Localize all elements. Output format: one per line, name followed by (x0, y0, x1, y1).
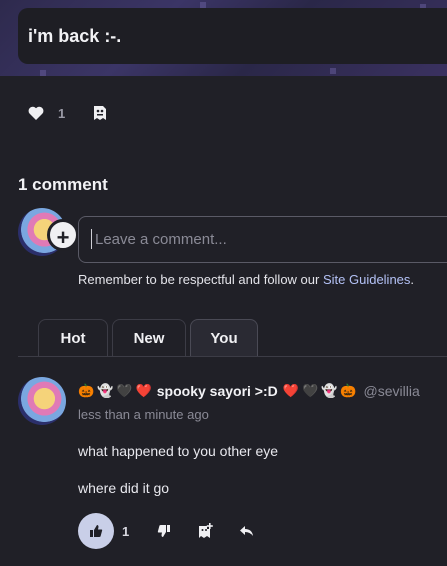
downvote-button[interactable] (157, 524, 171, 538)
like-button[interactable] (28, 106, 44, 120)
like-count: 1 (58, 105, 66, 121)
heart-icon (28, 106, 44, 120)
comment-author-handle[interactable]: @sevillia (364, 383, 420, 399)
site-guidelines-link[interactable]: Site Guidelines (323, 272, 410, 287)
add-reaction-button[interactable] (197, 522, 215, 540)
comment-actions: 1 (78, 513, 255, 549)
post-card: i'm back :-. (18, 8, 447, 64)
ghost-emoji: 👻 (321, 383, 338, 398)
pumpkin-emoji: 🎃 (340, 383, 357, 398)
red-heart-emoji: ❤️ (135, 383, 152, 398)
add-attachment-button[interactable]: + (47, 219, 79, 251)
reply-button[interactable] (239, 524, 255, 538)
ghost-sticker-icon (94, 106, 107, 120)
black-heart-emoji: 🖤 (116, 383, 133, 398)
red-heart-emoji: ❤️ (282, 383, 299, 398)
reply-arrow-icon (240, 526, 254, 536)
guidelines-text: Remember to be respectful and follow our (78, 272, 323, 287)
comments-count-heading: 1 comment (18, 175, 108, 194)
guidelines-period: . (410, 272, 415, 287)
thumbs-down-icon (158, 525, 171, 537)
post-title: i'm back :-. (28, 25, 122, 46)
tabs-divider (18, 356, 447, 357)
upvote-button[interactable] (78, 513, 114, 549)
comment-author-avatar[interactable] (18, 377, 66, 425)
reaction-button[interactable] (91, 104, 109, 122)
thumbs-up-icon (90, 525, 103, 537)
comment-author-line: 🎃 👻 🖤 ❤️ spooky sayori >:D ❤️ 🖤 👻 🎃 @sev… (78, 383, 420, 399)
upvote-count: 1 (122, 523, 130, 539)
comment-input[interactable] (78, 216, 447, 263)
post-actions: 1 (18, 98, 109, 128)
tab-new[interactable]: New (112, 319, 186, 357)
ghost-emoji: 👻 (97, 383, 114, 398)
comment-sort-tabs: Hot New You (38, 319, 258, 357)
text-cursor (91, 229, 92, 249)
comment-author-name[interactable]: spooky sayori >:D (157, 383, 278, 399)
tab-hot[interactable]: Hot (38, 319, 108, 357)
comment-text-line: what happened to you other eye (78, 443, 279, 459)
guidelines-notice: Remember to be respectful and follow our… (78, 272, 414, 287)
black-heart-emoji: 🖤 (301, 383, 319, 398)
tab-you[interactable]: You (190, 319, 258, 357)
comment-text-line: where did it go (78, 480, 170, 496)
pumpkin-emoji: 🎃 (78, 383, 95, 398)
comment-timestamp: less than a minute ago (78, 407, 209, 422)
sticker-plus-icon (199, 523, 214, 538)
